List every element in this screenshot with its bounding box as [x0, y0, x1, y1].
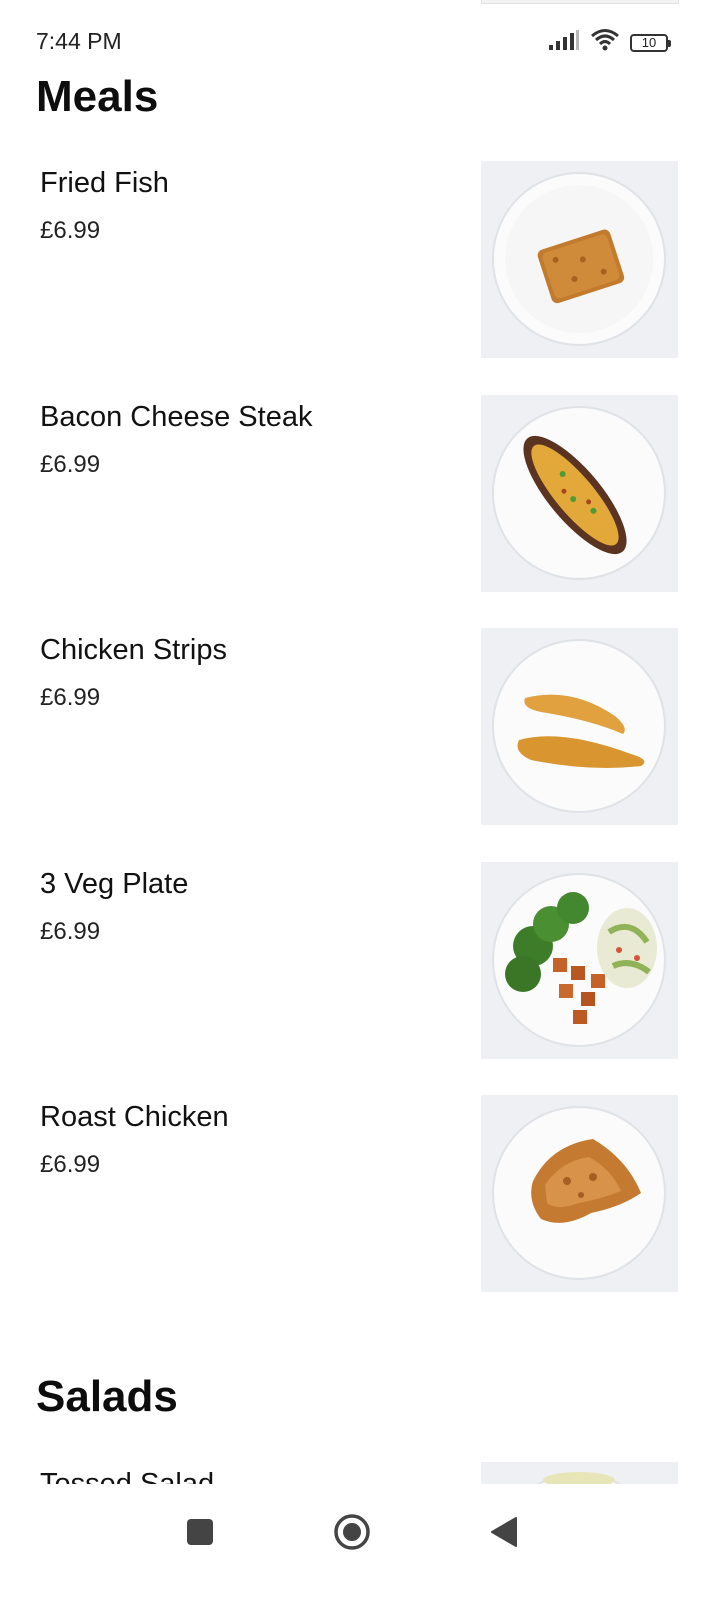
- roast-chicken-plate-image: [481, 1095, 678, 1292]
- back-button[interactable]: [476, 1506, 532, 1562]
- scrolled-image-edge: [481, 0, 679, 4]
- section-title-meals: Meals: [36, 72, 159, 121]
- status-time: 7:44 PM: [36, 28, 122, 54]
- chicken-strips-plate-image: [481, 628, 678, 825]
- menu-item-tossed-salad[interactable]: Tossed Salad: [0, 1462, 720, 1484]
- battery-icon: 10: [630, 33, 671, 52]
- menu-item-chicken-strips[interactable]: Chicken Strips £6.99: [0, 628, 720, 828]
- menu-item-3-veg-plate[interactable]: 3 Veg Plate £6.99: [0, 862, 720, 1062]
- item-name: 3 Veg Plate: [40, 868, 189, 900]
- fried-fish-plate-image: [481, 161, 678, 358]
- signal-icon: [548, 29, 580, 56]
- recents-button[interactable]: [172, 1506, 228, 1562]
- home-circle-icon: [333, 1513, 371, 1556]
- screen: 7:44 PM 10 Meals Fried Fish £6.99 Bacon …: [0, 0, 720, 1600]
- bacon-cheese-steak-plate-image: [481, 395, 678, 592]
- menu-item-roast-chicken[interactable]: Roast Chicken £6.99: [0, 1095, 720, 1295]
- item-name: Bacon Cheese Steak: [40, 401, 313, 433]
- section-title-salads: Salads: [36, 1372, 178, 1421]
- veg-plate-image: [481, 862, 678, 1059]
- item-name: Roast Chicken: [40, 1101, 229, 1133]
- home-button[interactable]: [324, 1506, 380, 1562]
- item-price: £6.99: [40, 217, 101, 244]
- menu-list[interactable]: Meals Fried Fish £6.99 Bacon Cheese Stea…: [0, 60, 720, 1484]
- tossed-salad-plate-image: [481, 1462, 678, 1484]
- menu-item-bacon-cheese-steak[interactable]: Bacon Cheese Steak £6.99: [0, 395, 720, 595]
- status-icons: 10: [548, 28, 671, 57]
- item-price: £6.99: [40, 451, 101, 478]
- navigation-bar: [0, 1484, 720, 1600]
- item-name: Fried Fish: [40, 167, 169, 199]
- item-name: Tossed Salad: [40, 1468, 215, 1484]
- item-name: Chicken Strips: [40, 634, 227, 666]
- item-price: £6.99: [40, 1151, 101, 1178]
- recents-square-icon: [186, 1518, 214, 1551]
- back-triangle-icon: [490, 1516, 518, 1553]
- menu-item-fried-fish[interactable]: Fried Fish £6.99: [0, 161, 720, 361]
- item-price: £6.99: [40, 918, 101, 945]
- item-price: £6.99: [40, 684, 101, 711]
- wifi-icon: [590, 28, 620, 57]
